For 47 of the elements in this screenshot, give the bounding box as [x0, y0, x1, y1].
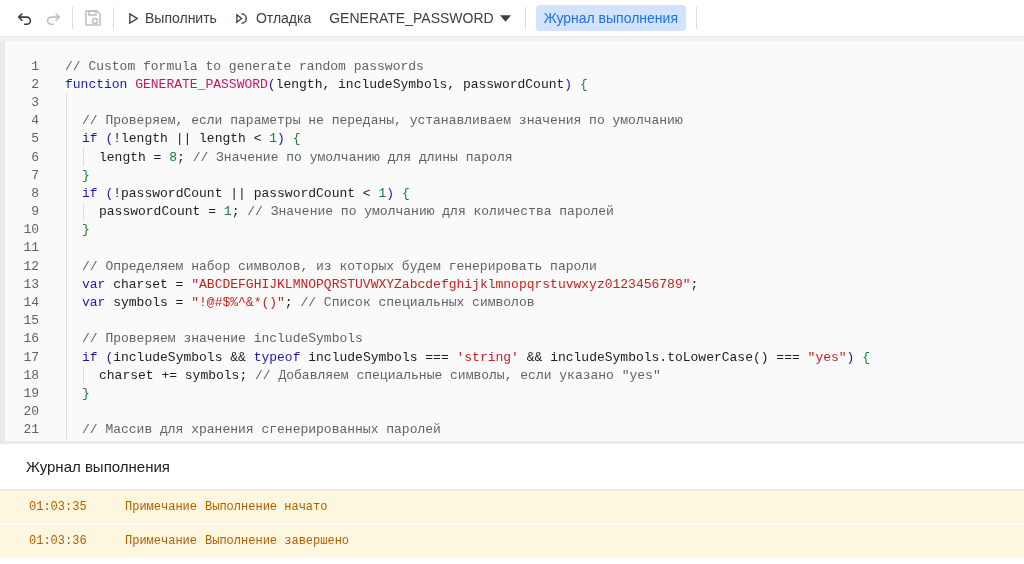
line-number: 18	[22, 367, 39, 383]
code-line: }	[82, 222, 90, 238]
line-number: 17	[22, 349, 39, 365]
play-icon	[128, 12, 139, 24]
line-number: 8	[30, 185, 39, 201]
line-number: 11	[22, 240, 39, 256]
code-line: // Массив для хранения сгенерированных паролей	[82, 422, 441, 438]
code-line: charset += symbols; // Добавляем специальные символы, если указано "yes"	[99, 367, 661, 383]
line-number: 5	[30, 131, 39, 147]
line-number: 19	[22, 385, 39, 401]
code-line: length = 8; // Значение по умолчанию для длины пароля	[99, 149, 513, 165]
log-entry-row: 01:03:36 Примечание Выполнение завершено	[0, 525, 1024, 557]
line-number: 15	[22, 313, 39, 329]
line-number: 3	[30, 94, 39, 110]
line-number: 13	[22, 276, 39, 292]
line-number: 14	[22, 295, 39, 311]
code-line: // Определяем набор символов, из которых будем генерировать пароли	[82, 258, 597, 274]
code-line: passwordCount = 1; // Значение по умолчанию для количества паролей	[99, 204, 614, 220]
function-dropdown[interactable]: GENERATE_PASSWORD	[325, 6, 515, 30]
line-number: 4	[30, 113, 39, 129]
line-number: 6	[30, 149, 39, 165]
code-line: // Custom formula to generate random passwords	[65, 58, 424, 74]
code-line: }	[82, 385, 90, 401]
run-button[interactable]: Выполнить	[124, 6, 221, 30]
line-number: 20	[22, 404, 39, 420]
code-line: if (!length || length < 1) {	[82, 131, 301, 147]
line-number: 16	[22, 331, 39, 347]
log-entry-row: 01:03:35 Примечание Выполнение начато	[0, 491, 1024, 523]
line-number: 1	[30, 58, 39, 74]
line-number: 7	[30, 167, 39, 183]
execution-log-button[interactable]: Журнал выполнения	[535, 5, 686, 31]
code-line: function GENERATE_PASSWORD(length, includeSymbols, passwordCount) {	[65, 76, 588, 92]
code-line: // Проверяем, если параметры не переданы, устанавливаем значения по умолчанию	[82, 113, 683, 129]
debug-button[interactable]: Отладка	[230, 6, 316, 30]
code-line: var symbols = "!@#$%^&*()"; // Список специальных символов	[82, 295, 535, 311]
line-number: 21	[22, 422, 39, 438]
line-number: 10	[22, 222, 39, 238]
line-number: 9	[30, 204, 39, 220]
line-number: 2	[30, 76, 39, 92]
caret-icon	[499, 14, 511, 22]
code-line: // Проверяем значение includeSymbols	[82, 331, 363, 347]
debug-icon	[234, 10, 250, 26]
code-line: var charset = "ABCDEFGHIJKLMNOPQRSTUVWXYZabcdefghijklmnopqrstuvwxyz0123456789";	[82, 276, 699, 292]
code-line: if (includeSymbols && typeof includeSymbols === 'string' && includeSymbols.toLowerCase() === "yes") {	[82, 349, 870, 365]
code-line: }	[82, 167, 90, 183]
code-line: if (!passwordCount || passwordCount < 1) {	[82, 185, 410, 201]
line-number: 12	[22, 258, 39, 274]
